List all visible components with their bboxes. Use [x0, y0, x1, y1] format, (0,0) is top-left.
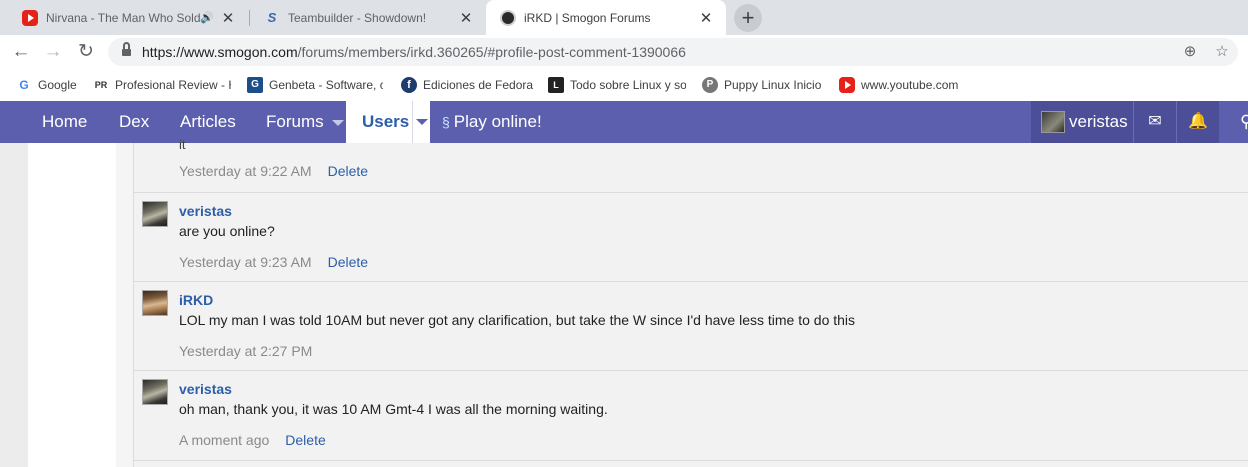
comment-meta: Yesterday at 2:27 PM: [179, 343, 312, 359]
avatar[interactable]: [142, 290, 168, 316]
profesional-review-icon: PR: [94, 80, 108, 90]
comment-timestamp[interactable]: Yesterday at 2:27 PM: [179, 343, 312, 359]
genbeta-icon: G: [247, 77, 263, 93]
close-tab-icon[interactable]: ✕: [458, 9, 474, 27]
browser-toolbar: ← → ↻ https://www.smogon.com/forums/memb…: [0, 35, 1248, 69]
bookmarks-bar: G Google PR Profesional Review - Ha G Ge…: [0, 69, 1248, 101]
comment-meta: Yesterday at 9:22 AM Delete: [179, 163, 368, 179]
smogon-icon: [500, 9, 516, 26]
browser-tab-strip: Nirvana - The Man Who Sold 🔊 ✕ S Teambui…: [0, 0, 1248, 35]
tab-title: iRKD | Smogon Forums: [524, 10, 651, 25]
comment-author[interactable]: iRKD: [179, 292, 213, 308]
delete-link[interactable]: Delete: [328, 254, 368, 270]
tab-teambuilder[interactable]: S Teambuilder - Showdown! ✕: [250, 0, 486, 35]
sidebar-area: [28, 143, 116, 467]
address-bar[interactable]: https://www.smogon.com/forums/members/ir…: [108, 38, 1238, 66]
showdown-icon: §: [442, 114, 450, 130]
youtube-icon: [839, 77, 855, 93]
back-arrow-icon[interactable]: ←: [9, 40, 33, 64]
delete-link[interactable]: Delete: [328, 163, 368, 179]
comment-text: it: [179, 137, 186, 152]
comment-text: oh man, thank you, it was 10 AM Gmt-4 I …: [179, 401, 608, 417]
bookmark-profesional-review[interactable]: PR Profesional Review - Ha: [93, 76, 231, 94]
fedora-icon: f: [401, 77, 417, 93]
comment-item: iRKD LOL my man I was told 10AM but neve…: [134, 282, 1248, 371]
nav-play-online[interactable]: § Play online!: [442, 101, 542, 143]
comment-timestamp[interactable]: Yesterday at 9:23 AM: [179, 254, 312, 270]
bookmark-puppy-linux[interactable]: P Puppy Linux Inicio: [702, 76, 830, 94]
avatar: [1041, 111, 1065, 133]
account-menu[interactable]: veristas: [1031, 101, 1133, 143]
google-icon: G: [19, 78, 29, 92]
bell-icon[interactable]: 🔔: [1177, 101, 1219, 143]
lock-icon[interactable]: [122, 42, 131, 57]
puppy-icon: P: [702, 77, 718, 93]
close-tab-icon[interactable]: ✕: [220, 9, 236, 27]
comment-item: veristas oh man, thank you, it was 10 AM…: [134, 371, 1248, 461]
nav-home[interactable]: Home: [42, 101, 87, 143]
url-text[interactable]: https://www.smogon.com/forums/members/ir…: [142, 44, 686, 60]
envelope-icon[interactable]: ✉: [1134, 101, 1176, 143]
comment-text: are you online?: [179, 223, 275, 239]
scroll-gutter: [0, 143, 28, 467]
youtube-icon: [22, 9, 38, 26]
delete-link[interactable]: Delete: [285, 432, 325, 448]
comment-author[interactable]: veristas: [179, 381, 232, 397]
bookmark-google[interactable]: G Google: [16, 76, 88, 94]
profile-post-comments: it Yesterday at 9:22 AM Delete veristas a…: [133, 137, 1248, 467]
avatar[interactable]: [142, 201, 168, 227]
close-tab-icon[interactable]: ✕: [698, 9, 714, 27]
bookmark-genbeta[interactable]: G Genbeta - Software, c: [247, 76, 383, 94]
page-body: it Yesterday at 9:22 AM Delete veristas a…: [0, 137, 1248, 467]
bookmark-fedora[interactable]: f Ediciones de Fedora: [401, 76, 541, 94]
comment-item: it Yesterday at 9:22 AM Delete: [134, 137, 1248, 193]
chevron-down-icon: [416, 119, 428, 125]
nav-forums[interactable]: Forums: [266, 101, 344, 143]
tab-irkd-smogon[interactable]: iRKD | Smogon Forums ✕: [486, 0, 726, 35]
linux-icon: L: [548, 77, 564, 93]
bookmark-youtube[interactable]: www.youtube.com: [839, 76, 969, 94]
nav-dex[interactable]: Dex: [119, 101, 149, 143]
nav-articles[interactable]: Articles: [180, 101, 236, 143]
showdown-icon: S: [267, 9, 277, 25]
search-icon[interactable]: ⚲: [1240, 101, 1248, 143]
account-name: veristas: [1069, 112, 1128, 131]
comment-text: LOL my man I was told 10AM but never got…: [179, 312, 856, 328]
comment-timestamp[interactable]: Yesterday at 9:22 AM: [179, 163, 312, 179]
smogon-nav-bar: Home Dex Articles Forums Users § Play onl…: [0, 101, 1248, 143]
speaker-icon[interactable]: 🔊: [200, 11, 214, 24]
reload-icon[interactable]: ↻: [74, 40, 98, 64]
zoom-icon[interactable]: ⊕: [1180, 42, 1200, 62]
bookmark-linux[interactable]: L Todo sobre Linux y so: [548, 76, 686, 94]
forward-arrow-icon[interactable]: →: [41, 40, 65, 64]
comment-meta: Yesterday at 9:23 AM Delete: [179, 254, 368, 270]
bookmark-star-icon[interactable]: ☆: [1212, 42, 1232, 62]
tab-title: Teambuilder - Showdown!: [288, 10, 427, 25]
comment-author[interactable]: veristas: [179, 203, 232, 219]
tab-nirvana[interactable]: Nirvana - The Man Who Sold 🔊 ✕: [8, 0, 248, 35]
users-dropdown-button[interactable]: [412, 101, 430, 143]
avatar[interactable]: [142, 379, 168, 405]
comment-meta: A moment ago Delete: [179, 432, 326, 448]
chevron-down-icon[interactable]: [331, 119, 344, 126]
comment-item: veristas are you online? Yesterday at 9:…: [134, 193, 1248, 282]
tab-title: Nirvana - The Man Who Sold: [46, 10, 200, 25]
new-tab-button[interactable]: +: [734, 4, 762, 32]
comment-timestamp[interactable]: A moment ago: [179, 432, 269, 448]
